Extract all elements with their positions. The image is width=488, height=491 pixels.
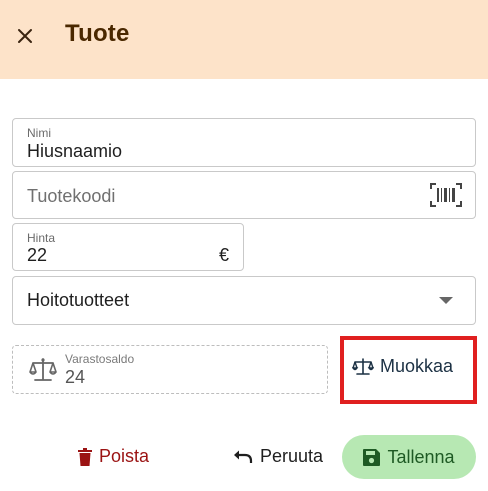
currency-symbol: € bbox=[218, 245, 229, 265]
edit-stock-button[interactable]: Muokkaa bbox=[352, 356, 453, 377]
stock-field: Varastosaldo 24 bbox=[12, 345, 328, 394]
delete-label[interactable]: Poista bbox=[99, 446, 149, 467]
name-value[interactable]: Hiusnaamio bbox=[27, 141, 122, 162]
trash-icon bbox=[78, 447, 92, 466]
save-label[interactable]: Tallenna bbox=[387, 447, 454, 468]
price-field[interactable]: Hinta 22 € bbox=[12, 223, 244, 271]
close-icon bbox=[18, 29, 32, 43]
edit-button-label[interactable]: Muokkaa bbox=[380, 356, 453, 377]
product-code-placeholder[interactable]: Tuotekoodi bbox=[27, 186, 115, 207]
delete-button[interactable]: Poista bbox=[78, 446, 149, 467]
dropdown-arrow-icon[interactable] bbox=[439, 297, 453, 304]
scale-icon bbox=[352, 357, 374, 375]
app-header: Tuote bbox=[0, 0, 488, 79]
barcode-icon[interactable] bbox=[430, 182, 462, 208]
page-title: Tuote bbox=[65, 20, 130, 47]
undo-button[interactable]: Peruuta bbox=[233, 446, 323, 467]
category-value[interactable]: Hoitotuotteet bbox=[27, 290, 129, 311]
undo-label[interactable]: Peruuta bbox=[260, 446, 323, 467]
stock-label: Varastosaldo bbox=[65, 352, 135, 366]
save-icon bbox=[363, 448, 381, 466]
stock-value: 24 bbox=[65, 367, 86, 387]
save-button[interactable]: Tallenna bbox=[342, 435, 476, 479]
name-label: Nimi bbox=[27, 126, 51, 140]
undo-icon bbox=[234, 450, 253, 463]
scale-icon bbox=[29, 358, 57, 381]
close-button[interactable] bbox=[12, 23, 38, 49]
product-code-field[interactable]: Tuotekoodi bbox=[12, 171, 476, 219]
price-value[interactable]: 22 bbox=[27, 245, 47, 266]
name-field[interactable]: Nimi Hiusnaamio bbox=[12, 118, 476, 167]
category-select[interactable]: Hoitotuotteet bbox=[12, 276, 476, 325]
price-label: Hinta bbox=[27, 231, 56, 245]
